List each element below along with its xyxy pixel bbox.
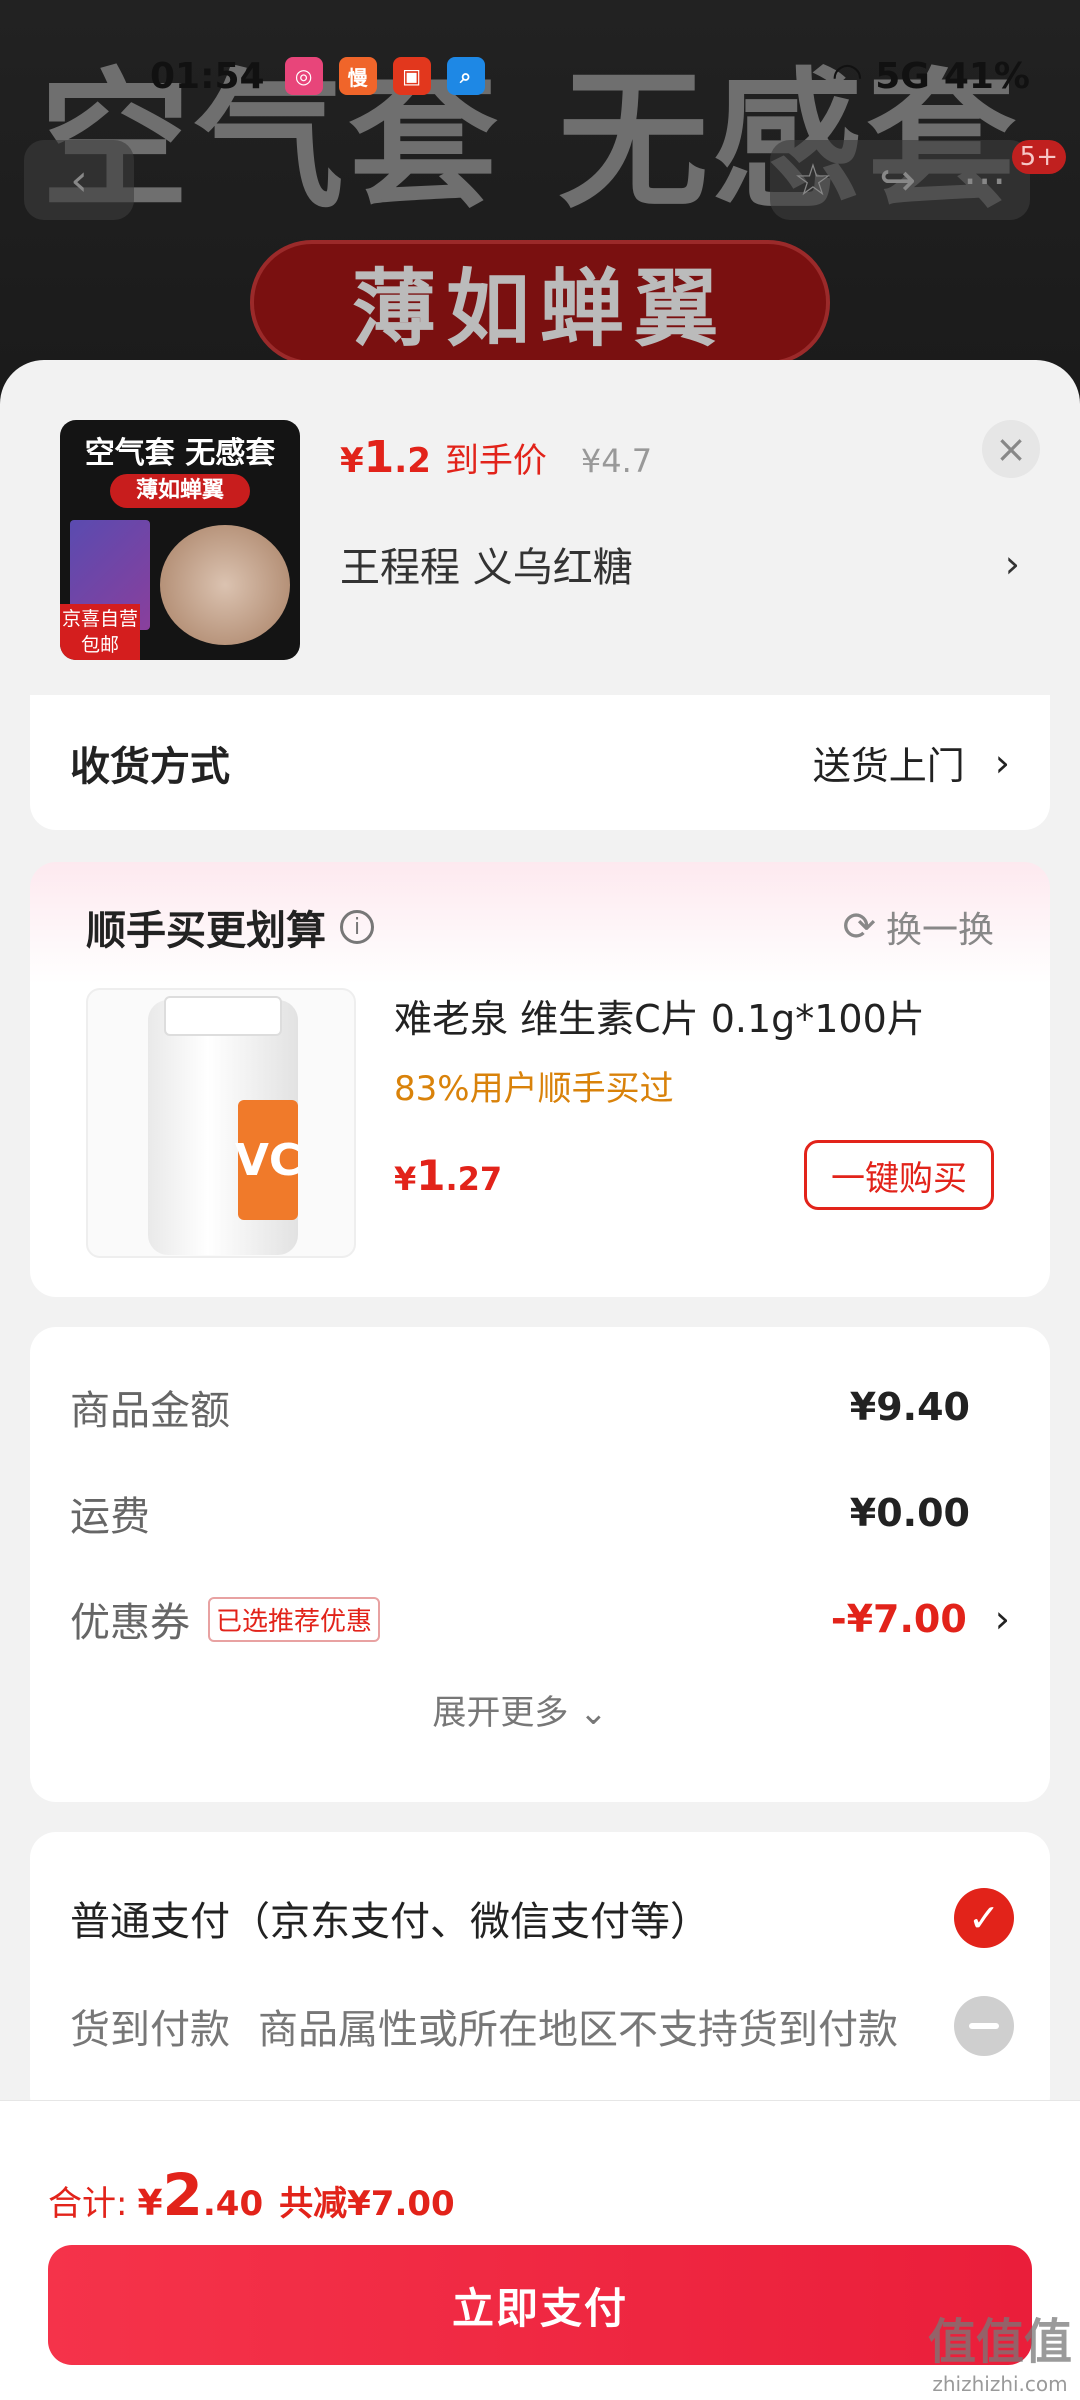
shipping-method-row[interactable]: 收货方式 送货上门 › [30, 695, 1050, 830]
upsell-card: 顺手买更划算 i ⟳ 换一换 VC 难老泉 维生素C片 0.1g*100片 83… [30, 862, 1050, 1297]
upsell-title: 顺手买更划算 [86, 908, 326, 954]
goods-amount-row: 商品金额 ¥9.40 [70, 1367, 970, 1447]
status-time: 01:54 [150, 55, 265, 97]
upsell-item-name[interactable]: 难老泉 维生素C片 0.1g*100片 [394, 988, 994, 1043]
product-header: 空气套 无感套 薄如蝉翼 京喜自营 包邮 ¥1.2 到手价 ¥4.7 王程程 义… [0, 360, 1080, 695]
coupon-row[interactable]: 优惠券 已选推荐优惠 -¥7.00 › [70, 1579, 1010, 1659]
bottle-cap [164, 996, 282, 1036]
close-button[interactable]: × [982, 420, 1040, 478]
chevron-right-icon: › [994, 1597, 1010, 1641]
amount-summary-card: 商品金额 ¥9.40 运费 ¥0.00 优惠券 已选推荐优惠 -¥7.00 › … [30, 1327, 1050, 1802]
normal-payment-label: 普通支付（京东支付、微信支付等） [70, 1899, 710, 1945]
chevron-right-icon: › [994, 740, 1010, 785]
wifi-icon: ◠ [833, 55, 862, 97]
app-notification-icon: ◎ [284, 57, 323, 95]
price-row: ¥1.2 到手价 ¥4.7 [340, 432, 1050, 483]
goods-amount-label: 商品金额 [70, 1388, 230, 1434]
total-integer: 2 [162, 2161, 203, 2229]
message-badge: 5+ [1011, 140, 1066, 174]
upsell-item-image[interactable]: VC [86, 988, 356, 1258]
goods-amount-value: ¥9.40 [849, 1385, 970, 1429]
chevron-down-icon: ⌄ [579, 1693, 608, 1733]
cod-note: 商品属性或所在地区不支持货到付款 [258, 2007, 898, 2053]
status-bar: 01:54 ◎ 慢 ▣ ⌕ ◠ 5G 41% [0, 48, 1080, 104]
expand-more-button[interactable]: 展开更多 ⌄ [70, 1685, 970, 1734]
thumb-tag: 京喜自营 包邮 [60, 604, 140, 660]
cod-label: 货到付款 [70, 2007, 230, 2053]
watermark-url: zhizhizhi.com [932, 2372, 1068, 2396]
coupon-value: -¥7.00 [830, 1597, 967, 1641]
upsell-item-bottom: ¥1.27 一键购买 [394, 1140, 994, 1210]
one-click-buy-button[interactable]: 一键购买 [804, 1140, 994, 1210]
chevron-left-icon: ‹ [70, 154, 88, 206]
shop-name: 王程程 义乌红糖 [340, 545, 633, 591]
bottle-label: VC [235, 1100, 301, 1220]
chevron-right-icon: › [1004, 542, 1020, 586]
watermark-logo: 值值值 [927, 2314, 1072, 2370]
expand-more-label: 展开更多 [432, 1693, 569, 1733]
swap-button[interactable]: ⟳ 换一换 [842, 901, 994, 953]
checkout-footer: 合计: ¥ 2 .40 共减¥7.00 立即支付 值值值 zhizhizhi.c… [0, 2100, 1080, 2400]
product-info: ¥1.2 到手价 ¥4.7 王程程 义乌红糖 › [340, 420, 1050, 695]
upsell-item-subtitle: 83%用户顺手买过 [394, 1069, 674, 1109]
upsell-header: 顺手买更划算 i ⟳ 换一换 [86, 898, 994, 956]
pay-now-button[interactable]: 立即支付 [48, 2245, 1032, 2365]
payment-method-card: 普通支付（京东支付、微信支付等） ✓ 货到付款 商品属性或所在地区不支持货到付款 [30, 1832, 1050, 2122]
signal-icon: 5G [875, 55, 930, 97]
final-price-label: 到手价 [444, 441, 547, 481]
upsell-item-price: ¥1.27 [394, 1150, 503, 1200]
battery-icon: 41% [943, 55, 1030, 97]
more-icon[interactable]: ⋯ [963, 155, 1007, 206]
info-icon[interactable]: i [340, 910, 374, 944]
upsell-item-info: 难老泉 维生素C片 0.1g*100片 83%用户顺手买过 ¥1.27 一键购买 [394, 988, 994, 1258]
coupon-label: 优惠券 [70, 1600, 190, 1646]
background-product-page: 空气套 无感套 薄如蝉翼 01:54 ◎ 慢 ▣ ⌕ ◠ 5G 41% ‹ ☆ … [0, 0, 1080, 420]
status-indicators: ◠ 5G 41% [834, 56, 1030, 97]
app-notification-icon: ⌕ [446, 57, 485, 95]
upsell-item: VC 难老泉 维生素C片 0.1g*100片 83%用户顺手买过 ¥1.27 一… [86, 988, 994, 1258]
check-icon[interactable]: ✓ [954, 1888, 1014, 1948]
total-row: 合计: ¥ 2 .40 共减¥7.00 [0, 2101, 1080, 2231]
disabled-radio-icon [954, 1996, 1014, 2056]
back-button[interactable]: ‹ [24, 140, 134, 220]
original-price: ¥4.7 [580, 442, 653, 480]
thumb-hand-image [160, 525, 290, 645]
shipping-label: 收货方式 [70, 743, 230, 790]
thumb-pill: 薄如蝉翼 [110, 474, 250, 508]
shop-row[interactable]: 王程程 义乌红糖 › [340, 535, 1050, 593]
product-thumbnail: 空气套 无感套 薄如蝉翼 京喜自营 包邮 [60, 420, 300, 660]
total-label: 合计: [48, 2184, 128, 2224]
normal-payment-option[interactable]: 普通支付（京东支付、微信支付等） ✓ [70, 1868, 1014, 1968]
checkout-sheet: 空气套 无感套 薄如蝉翼 京喜自营 包邮 ¥1.2 到手价 ¥4.7 王程程 义… [0, 360, 1080, 2400]
thumb-title: 空气套 无感套 [84, 436, 276, 471]
coupon-tag: 已选推荐优惠 [208, 1596, 381, 1642]
close-icon: × [995, 427, 1027, 471]
total-decimal: .40 [202, 2184, 264, 2224]
app-notification-icon: ▣ [392, 57, 431, 95]
cod-payment-option: 货到付款 商品属性或所在地区不支持货到付款 [70, 1976, 1014, 2076]
background-pill: 薄如蝉翼 [250, 240, 830, 365]
top-actions: ☆ ↪ ⋯ [770, 140, 1030, 220]
total-currency: ¥ [137, 2183, 163, 2224]
freight-value: ¥0.00 [849, 1491, 970, 1535]
share-icon[interactable]: ↪ [879, 155, 916, 206]
watermark: 值值值 zhizhizhi.com [928, 2302, 1072, 2396]
refresh-icon: ⟳ [842, 904, 876, 950]
final-price: ¥1.2 [340, 432, 431, 483]
freight-label: 运费 [70, 1494, 150, 1540]
freight-row: 运费 ¥0.00 [70, 1473, 970, 1553]
favorite-star-icon[interactable]: ☆ [793, 155, 832, 206]
swap-label: 换一换 [885, 910, 994, 951]
shipping-value: 送货上门 [812, 744, 965, 788]
total-saved: 共减¥7.00 [279, 2184, 455, 2224]
app-notification-icon: 慢 [338, 57, 377, 95]
